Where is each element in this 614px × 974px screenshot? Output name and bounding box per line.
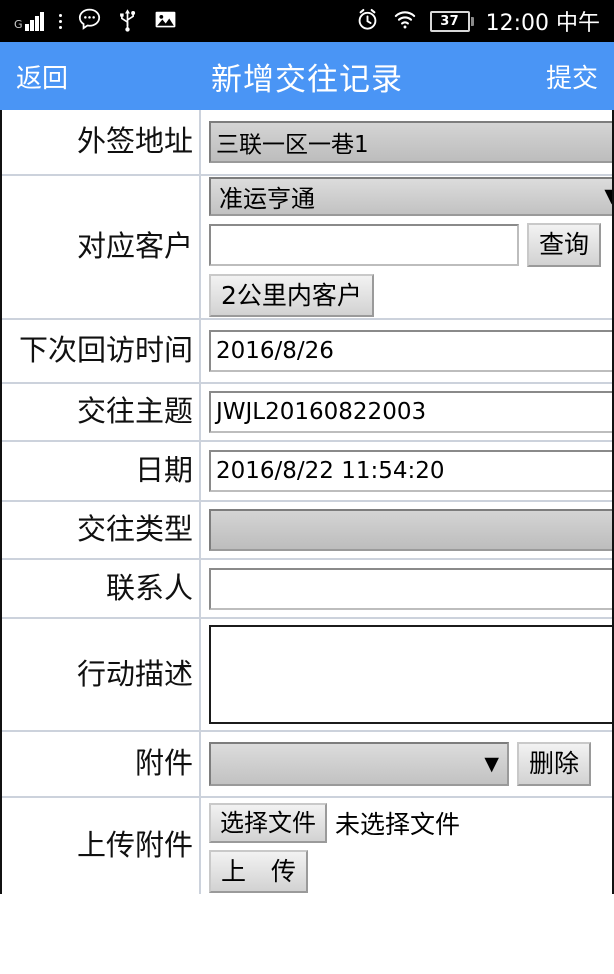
field-next-visit-time: 2016/8/26 xyxy=(201,320,612,382)
customer-select-value: 准运亨通 xyxy=(219,185,315,214)
subject-input[interactable]: JWJL20160822003 xyxy=(209,391,612,433)
three-dots-icon xyxy=(57,13,64,29)
choose-file-button[interactable]: 选择文件 xyxy=(209,802,327,843)
field-outside-sign-address: 三联一区一巷1 xyxy=(201,110,612,174)
interaction-record-form: 外签地址 三联一区一巷1 对应客户 准运亨通 ▼ 查询 2公里内客户 xyxy=(0,110,614,894)
status-bar-right: 37 12:00 中午 xyxy=(355,5,600,37)
app-title-bar: 返回 新增交往记录 提交 xyxy=(0,42,614,110)
signal-bars-icon: G xyxy=(14,11,44,31)
form-row-attachment: 附件 ▼ 删除 xyxy=(2,732,612,798)
alarm-clock-icon xyxy=(355,7,380,36)
date-input[interactable]: 2016/8/22 11:54:20 xyxy=(209,450,612,492)
field-upload-attachment: 选择文件 未选择文件 上 传 xyxy=(201,798,612,894)
outside-sign-address-input[interactable]: 三联一区一巷1 xyxy=(209,121,612,163)
label-interaction-type: 交往类型 xyxy=(2,502,201,558)
contact-person-input[interactable] xyxy=(209,567,612,610)
submit-button[interactable]: 提交 xyxy=(546,58,598,95)
network-type-label: G xyxy=(14,18,23,31)
customer-select[interactable]: 准运亨通 ▼ xyxy=(209,177,612,217)
label-upload-attachment: 上传附件 xyxy=(2,798,201,894)
label-next-visit-time: 下次回访时间 xyxy=(2,320,201,382)
chevron-down-icon: ▼ xyxy=(604,187,612,206)
status-bar-clock: 12:00 中午 xyxy=(485,11,600,36)
interaction-type-input[interactable] xyxy=(209,509,612,551)
form-row-outside-sign-address: 外签地址 三联一区一巷1 xyxy=(2,110,612,176)
chevron-down-icon: ▼ xyxy=(484,752,499,775)
label-action-description: 行动描述 xyxy=(2,619,201,730)
status-bar-left: G xyxy=(14,7,178,36)
file-status-label: 未选择文件 xyxy=(335,809,461,839)
attachment-line: ▼ 删除 xyxy=(209,742,612,786)
label-contact-person: 联系人 xyxy=(2,560,201,617)
back-button[interactable]: 返回 xyxy=(16,58,68,95)
phone-screen: G 37 12:00 中午 返回 新增交往记录 提交 外签地址 三联一区一巷1 … xyxy=(0,0,614,974)
label-date: 日期 xyxy=(2,442,201,500)
wifi-icon xyxy=(392,7,418,36)
image-icon xyxy=(153,7,178,36)
customer-search-line: 查询 xyxy=(209,223,602,267)
form-row-subject: 交往主题 JWJL20160822003 xyxy=(2,384,612,442)
form-row-upload-attachment: 上传附件 选择文件 未选择文件 上 传 xyxy=(2,798,612,894)
field-customer: 准运亨通 ▼ 查询 2公里内客户 xyxy=(201,176,612,318)
field-attachment: ▼ 删除 xyxy=(201,732,612,796)
field-interaction-type xyxy=(201,502,612,558)
form-row-customer: 对应客户 准运亨通 ▼ 查询 2公里内客户 xyxy=(2,176,612,320)
field-subject: JWJL20160822003 xyxy=(201,384,612,440)
label-subject: 交往主题 xyxy=(2,384,201,440)
field-contact-person xyxy=(201,560,612,617)
form-row-contact-person: 联系人 xyxy=(2,560,612,619)
page-bottom-blank-area xyxy=(0,894,614,974)
form-row-interaction-type: 交往类型 xyxy=(2,502,612,560)
usb-icon xyxy=(115,7,140,36)
nearby-customers-button[interactable]: 2公里内客户 xyxy=(209,273,374,317)
form-row-date: 日期 2016/8/22 11:54:20 xyxy=(2,442,612,502)
battery-level-label: 37 xyxy=(429,10,470,32)
label-outside-sign-address: 外签地址 xyxy=(2,110,201,174)
label-customer: 对应客户 xyxy=(2,176,201,318)
form-row-action-description: 行动描述 xyxy=(2,619,612,732)
battery-icon: 37 xyxy=(429,10,474,32)
status-bar: G 37 12:00 中午 xyxy=(0,0,614,42)
action-description-textarea[interactable] xyxy=(209,625,612,724)
speech-bubble-icon xyxy=(77,7,102,36)
field-action-description xyxy=(201,619,612,730)
next-visit-time-input[interactable]: 2016/8/26 xyxy=(209,330,612,372)
customer-search-input[interactable] xyxy=(209,223,519,266)
attachment-select[interactable]: ▼ xyxy=(209,742,509,786)
label-attachment: 附件 xyxy=(2,732,201,796)
attachment-delete-button[interactable]: 删除 xyxy=(517,742,592,786)
customer-search-button[interactable]: 查询 xyxy=(527,223,602,267)
file-chooser-line: 选择文件 未选择文件 xyxy=(209,802,461,843)
page-title: 新增交往记录 xyxy=(211,61,403,98)
upload-button[interactable]: 上 传 xyxy=(209,849,309,894)
form-row-next-visit-time: 下次回访时间 2016/8/26 xyxy=(2,320,612,384)
field-date: 2016/8/22 11:54:20 xyxy=(201,442,612,500)
